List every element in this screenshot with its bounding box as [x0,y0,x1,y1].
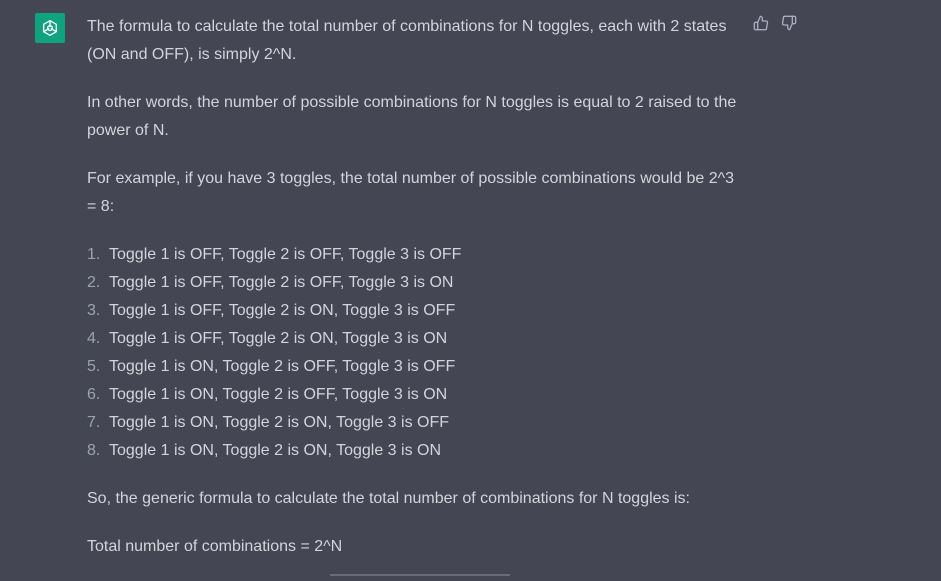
thumbs-up-button[interactable] [752,14,770,32]
list-number: 1. [87,246,101,263]
message-content: The formula to calculate the total numbe… [87,13,737,581]
list-number: 4. [87,330,101,347]
list-item: 5. Toggle 1 is ON, Toggle 2 is OFF, Toggl… [87,353,737,381]
thumbs-down-icon [781,15,797,31]
paragraph: The formula to calculate the total numbe… [87,18,727,63]
list-text: Toggle 1 is ON, Toggle 2 is OFF, Toggle … [109,386,448,403]
list-number: 7. [87,414,101,431]
list-number: 8. [87,442,101,459]
list-item: 1. Toggle 1 is OFF, Toggle 2 is OFF, Togg… [87,241,737,269]
formula-line: Total number of combinations = 2^N [87,538,343,555]
list-text: Toggle 1 is OFF, Toggle 2 is ON, Toggle … [109,302,456,319]
thumbs-down-button[interactable] [780,14,798,32]
list-number: 3. [87,302,101,319]
list-item: 7. Toggle 1 is ON, Toggle 2 is ON, Toggle… [87,409,737,437]
thumbs-up-icon [753,15,769,31]
list-text: Toggle 1 is OFF, Toggle 2 is OFF, Toggle… [109,274,454,291]
list-text: Toggle 1 is OFF, Toggle 2 is OFF, Toggle… [109,246,462,263]
list-item: 3. Toggle 1 is OFF, Toggle 2 is ON, Toggl… [87,297,737,325]
paragraph: So, the generic formula to calculate the… [87,490,690,507]
list-item: 8. Toggle 1 is ON, Toggle 2 is ON, Toggle… [87,437,737,465]
paragraph: For example, if you have 3 toggles, the … [87,170,734,215]
list-item: 2. Toggle 1 is OFF, Toggle 2 is OFF, Togg… [87,269,737,297]
feedback-buttons [752,14,798,32]
list-item: 4. Toggle 1 is OFF, Toggle 2 is ON, Toggl… [87,325,737,353]
assistant-message: The formula to calculate the total numbe… [0,0,941,577]
combination-list: 1. Toggle 1 is OFF, Toggle 2 is OFF, Togg… [87,241,737,465]
list-text: Toggle 1 is ON, Toggle 2 is ON, Toggle 3… [109,414,450,431]
list-number: 5. [87,358,101,375]
assistant-avatar [35,13,65,43]
list-number: 2. [87,274,101,291]
list-number: 6. [87,386,101,403]
scroll-indicator [330,574,510,576]
list-item: 6. Toggle 1 is ON, Toggle 2 is OFF, Toggl… [87,381,737,409]
list-text: Toggle 1 is ON, Toggle 2 is ON, Toggle 3… [109,442,442,459]
openai-logo-icon [42,19,58,37]
list-text: Toggle 1 is OFF, Toggle 2 is ON, Toggle … [109,330,448,347]
paragraph: In other words, the number of possible c… [87,94,737,139]
list-text: Toggle 1 is ON, Toggle 2 is OFF, Toggle … [109,358,456,375]
